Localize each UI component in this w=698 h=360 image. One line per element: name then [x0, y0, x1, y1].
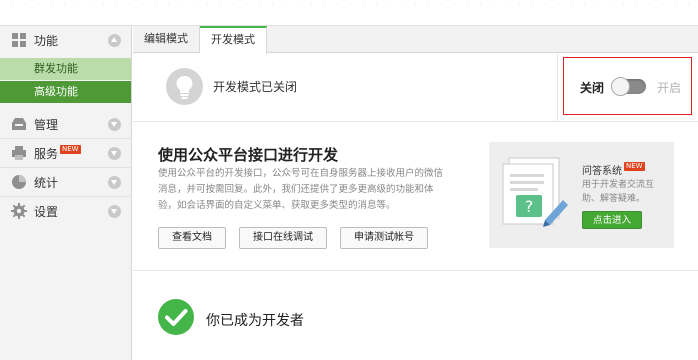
sidebar-subitem-mass-send[interactable]: 群发功能	[0, 58, 131, 80]
api-section-title: 使用公众平台接口进行开发	[158, 146, 339, 164]
developer-status-message: 你已成为开发者	[206, 313, 304, 329]
checkmark-icon	[158, 299, 194, 335]
sidebar-submenu: 群发功能 高级功能	[0, 58, 131, 104]
sidebar-item-services[interactable]: 服务 NEW	[0, 139, 131, 167]
toggle-off-label: 关闭	[580, 81, 605, 95]
api-section-description: 使用公众平台的开发接口，公众号可在自身服务器上接收用户的微信消息，并可按需回复。…	[158, 168, 444, 211]
qa-document-icon: ?	[502, 157, 568, 227]
sidebar-item-label: 管理	[34, 117, 59, 132]
mode-tabs: 编辑模式 开发模式	[133, 26, 698, 54]
sidebar-item-management[interactable]: 管理	[0, 110, 131, 138]
qa-description: 用于开发者交流互助、解答疑难。	[582, 180, 655, 204]
view-docs-button[interactable]: 查看文档	[158, 227, 226, 249]
pie-chart-icon	[12, 175, 26, 189]
grid-icon	[12, 33, 26, 47]
top-bar	[0, 0, 698, 26]
section-divider	[133, 270, 698, 271]
chevron-down-icon[interactable]	[108, 146, 121, 160]
chevron-down-icon[interactable]	[108, 204, 121, 218]
gear-icon	[11, 203, 27, 219]
inbox-icon	[12, 118, 26, 130]
printer-icon	[12, 146, 26, 160]
online-debug-button[interactable]: 接口在线调试	[239, 227, 327, 249]
sidebar-subitem-advanced[interactable]: 高级功能	[0, 81, 131, 103]
panel-divider	[557, 54, 558, 122]
sidebar-item-label: 功能	[34, 33, 59, 48]
chevron-down-icon[interactable]	[108, 175, 121, 189]
new-badge: NEW	[60, 144, 81, 154]
sidebar-item-settings[interactable]: 设置	[0, 197, 131, 225]
chevron-down-icon[interactable]	[108, 117, 121, 131]
main-content: 编辑模式 开发模式 开发模式已关闭 关闭 开启 使用公众平台接口进行开发 使用公…	[133, 26, 698, 360]
dev-mode-panel: 开发模式已关闭 关闭 开启	[133, 54, 698, 122]
new-badge: NEW	[624, 162, 645, 171]
sidebar-item-label: 服务 NEW	[34, 144, 81, 161]
qa-system-card: ? 问答系统 NEW 用于开发者交流互助、解答疑难。 点击进入	[489, 142, 674, 248]
chevron-up-icon[interactable]	[108, 33, 121, 47]
dev-mode-status: 开发模式已关闭	[213, 80, 298, 94]
apply-test-account-button[interactable]: 申请测试帐号	[340, 227, 428, 249]
qa-enter-button[interactable]: 点击进入	[582, 211, 642, 229]
sidebar-item-label: 统计	[34, 175, 59, 190]
lightbulb-icon	[166, 68, 203, 105]
svg-text:?: ?	[525, 197, 534, 216]
qa-title: 问答系统 NEW	[582, 162, 645, 177]
toggle-knob	[611, 77, 630, 96]
tab-edit-mode[interactable]: 编辑模式	[133, 26, 200, 53]
tab-dev-mode[interactable]: 开发模式	[200, 26, 267, 54]
sidebar-item-features[interactable]: 功能	[0, 26, 131, 54]
sidebar-item-statistics[interactable]: 统计	[0, 168, 131, 196]
sidebar: 功能 群发功能 高级功能 管理 服务 NEW 统计 设置	[0, 26, 132, 360]
sidebar-item-label: 设置	[34, 204, 59, 219]
dev-mode-toggle-area: 关闭 开启	[563, 57, 692, 115]
toggle-on-label: 开启	[657, 81, 682, 95]
dev-mode-toggle[interactable]	[611, 77, 646, 96]
